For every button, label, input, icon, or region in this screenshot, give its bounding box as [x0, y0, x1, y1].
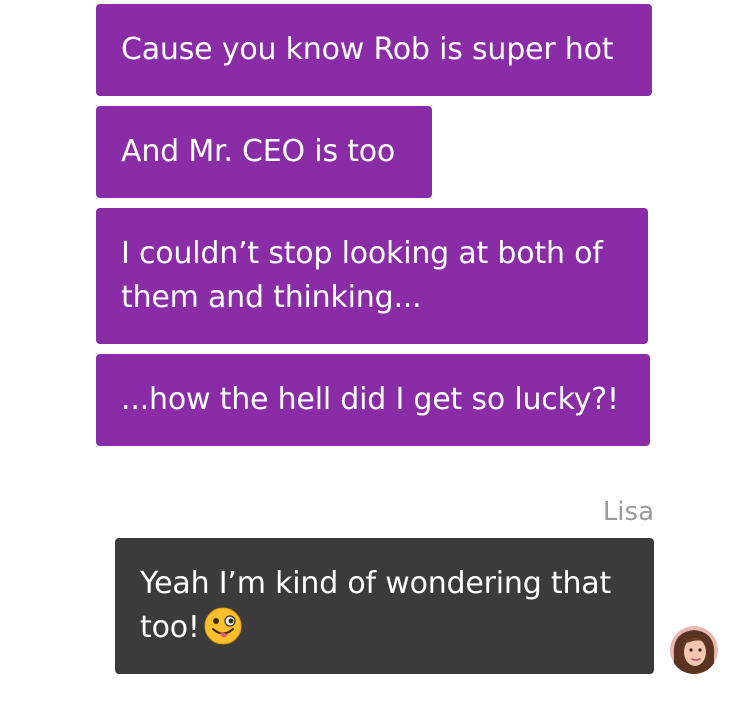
- avatar[interactable]: [670, 626, 718, 674]
- message-bubble[interactable]: Yeah I’m kind of wondering that too!: [115, 538, 654, 674]
- message-bubble[interactable]: Cause you know Rob is super hot: [96, 4, 652, 96]
- message-text: And Mr. CEO is too: [121, 134, 396, 169]
- message-bubble[interactable]: ...how the hell did I get so lucky?!: [96, 354, 650, 446]
- avatar-image: [670, 626, 718, 674]
- winking-face-with-tongue-icon: [204, 607, 242, 645]
- message-text: ...how the hell did I get so lucky?!: [121, 382, 619, 417]
- chat-thread: Cause you know Rob is super hot And Mr. …: [0, 0, 750, 716]
- message-text: Cause you know Rob is super hot: [121, 32, 614, 67]
- message-bubble[interactable]: And Mr. CEO is too: [96, 106, 432, 198]
- sender-name: Lisa: [602, 497, 654, 527]
- message-text: I couldn’t stop looking at both of them …: [121, 236, 603, 315]
- message-bubble[interactable]: I couldn’t stop looking at both of them …: [96, 208, 648, 344]
